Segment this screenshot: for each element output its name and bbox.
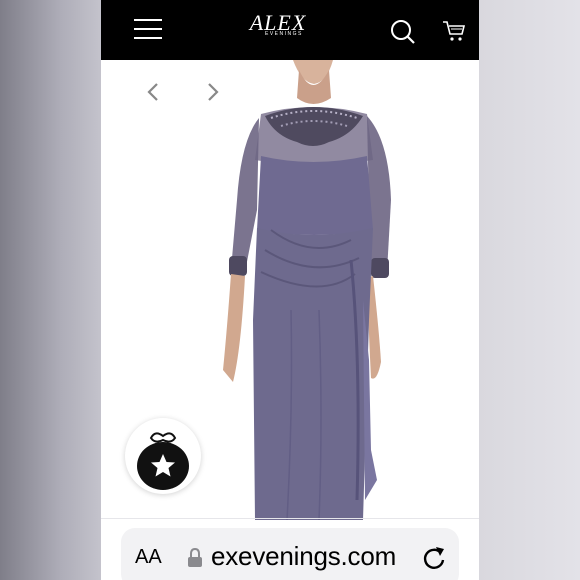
product-image-dress[interactable] <box>201 60 421 521</box>
phone-screen: Alex EVENINGS <box>101 0 479 580</box>
logo-subtitle: EVENINGS <box>265 31 303 37</box>
background-right <box>479 0 580 580</box>
browser-address-bar[interactable]: AA exevenings.com <box>121 528 459 580</box>
search-icon[interactable] <box>390 19 416 50</box>
reload-icon[interactable] <box>421 545 447 576</box>
background-left <box>0 0 101 580</box>
chevron-left-icon[interactable] <box>143 82 163 102</box>
favorite-star-bag-icon[interactable] <box>125 418 201 494</box>
brand-logo[interactable]: Alex EVENINGS <box>243 12 313 44</box>
url-text: exevenings.com <box>211 541 397 571</box>
cart-icon[interactable] <box>442 19 466 48</box>
divider <box>101 518 479 519</box>
text-size-label: AA <box>135 546 162 568</box>
site-header: Alex EVENINGS <box>101 0 479 60</box>
lock-icon <box>187 547 203 573</box>
hamburger-menu-icon[interactable] <box>134 17 162 41</box>
text-size-button[interactable]: AA <box>135 546 162 569</box>
